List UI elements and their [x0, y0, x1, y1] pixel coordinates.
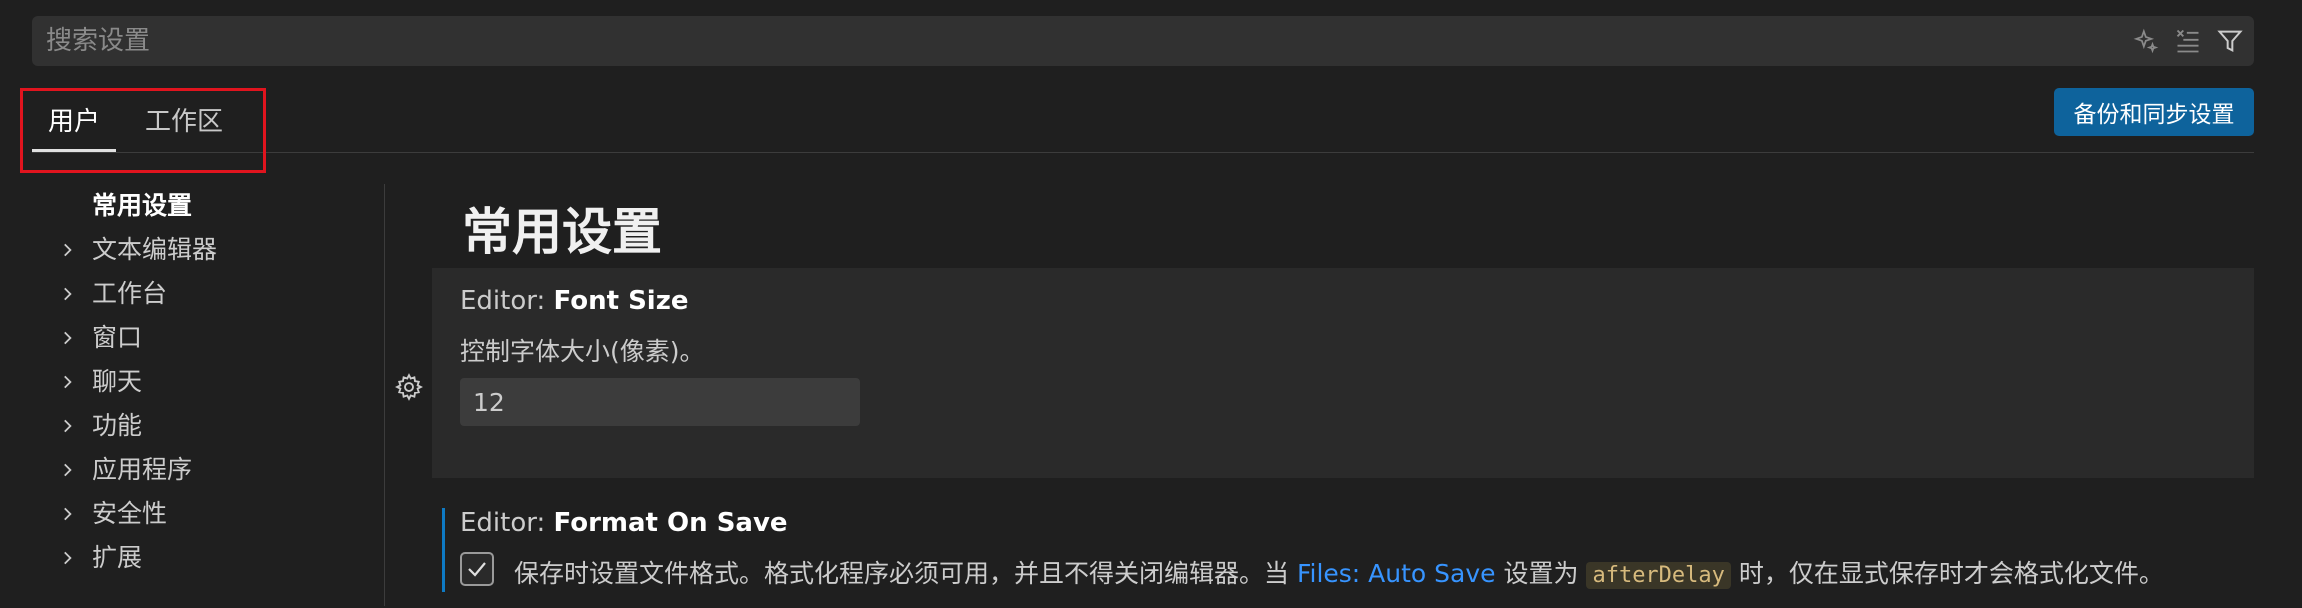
checkmark-icon — [468, 562, 486, 577]
inline-code: afterDelay — [1586, 562, 1731, 589]
toc-item-text-editor[interactable]: 文本编辑器 — [32, 228, 382, 272]
setting-name: Format On Save — [553, 508, 788, 538]
search-actions — [2130, 25, 2246, 57]
tab-divider — [32, 152, 2254, 153]
toc-item-features[interactable]: 功能 — [32, 404, 382, 448]
toc-item-label: 聊天 — [92, 367, 143, 396]
search-bar — [32, 16, 2254, 66]
toc-item-common[interactable]: 常用设置 — [32, 184, 382, 228]
setting-name: Font Size — [553, 286, 689, 316]
toc-divider — [384, 184, 385, 606]
chevron-right-icon — [64, 419, 72, 433]
chevron-right-icon — [64, 375, 72, 389]
toc-item-label: 功能 — [92, 411, 143, 440]
section-title: 常用设置 — [462, 203, 662, 261]
modified-indicator — [442, 508, 445, 592]
toc-item-window[interactable]: 窗口 — [32, 316, 382, 360]
settings-toc: 常用设置 文本编辑器 工作台 窗口 聊天 功能 应用程序 安全性 扩展 — [32, 184, 382, 580]
chevron-right-icon — [64, 243, 72, 257]
setting-font-size: Editor: Font Size 控制字体大小(像素)。 — [395, 268, 2254, 478]
toc-item-label: 工作台 — [92, 279, 168, 308]
chevron-right-icon — [64, 463, 72, 477]
toc-item-chat[interactable]: 聊天 — [32, 360, 382, 404]
toc-item-label: 常用设置 — [92, 191, 193, 220]
sparkle-icon[interactable] — [2130, 25, 2162, 57]
setting-category: Editor: — [460, 508, 554, 538]
toc-item-application[interactable]: 应用程序 — [32, 448, 382, 492]
toc-item-label: 文本编辑器 — [92, 235, 218, 264]
annotation-highlight-box — [20, 88, 266, 173]
toc-item-security[interactable]: 安全性 — [32, 492, 382, 536]
chevron-right-icon — [64, 287, 72, 301]
toc-item-label: 扩展 — [92, 543, 143, 572]
format-on-save-checkbox[interactable] — [460, 552, 494, 586]
description-text: 设置为 — [1495, 559, 1587, 588]
search-input[interactable] — [32, 16, 2160, 66]
filter-icon[interactable] — [2214, 25, 2246, 57]
gear-icon[interactable] — [394, 372, 424, 402]
description-text: 时，仅在显式保存时才会格式化文件。 — [1730, 559, 2164, 588]
toc-item-label: 安全性 — [92, 499, 168, 528]
description-text: 保存时设置文件格式。格式化程序必须可用，并且不得关闭编辑器。当 — [514, 559, 1297, 588]
setting-description: 保存时设置文件格式。格式化程序必须可用，并且不得关闭编辑器。当 Files: A… — [514, 554, 2164, 590]
toc-item-label: 窗口 — [92, 323, 143, 352]
clear-filter-icon[interactable] — [2172, 25, 2204, 57]
setting-title: Editor: Font Size — [460, 286, 688, 316]
setting-category: Editor: — [460, 286, 554, 316]
backup-sync-button[interactable]: 备份和同步设置 — [2054, 88, 2254, 136]
toc-item-extensions[interactable]: 扩展 — [32, 536, 382, 580]
setting-description: 控制字体大小(像素)。 — [460, 337, 705, 366]
setting-title: Editor: Format On Save — [460, 508, 788, 538]
chevron-right-icon — [64, 551, 72, 565]
chevron-right-icon — [64, 331, 72, 345]
setting-format-on-save: Editor: Format On Save 保存时设置文件格式。格式化程序必须… — [432, 508, 2254, 608]
chevron-right-icon — [64, 507, 72, 521]
font-size-input[interactable] — [460, 378, 860, 426]
toc-item-workbench[interactable]: 工作台 — [32, 272, 382, 316]
auto-save-link[interactable]: Files: Auto Save — [1297, 559, 1496, 588]
toc-item-label: 应用程序 — [92, 455, 193, 484]
